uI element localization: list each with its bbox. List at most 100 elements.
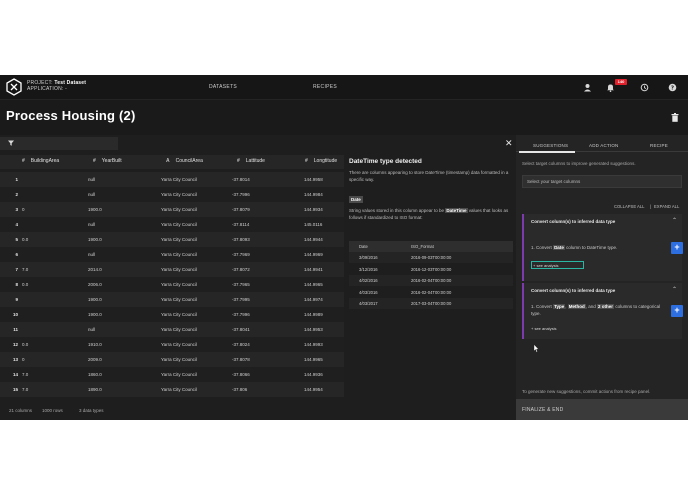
table-footer: 21 columns 1000 rows 3 data types bbox=[0, 400, 344, 420]
table-row[interactable]: 13 0 2009.0 Yarra City Council -37.8078 144.9… bbox=[0, 352, 344, 367]
lattitude-cell: -37.8093 bbox=[232, 237, 250, 242]
column-header[interactable]: # YearBuilt bbox=[93, 158, 122, 164]
year-built-cell: null bbox=[88, 222, 96, 227]
trash-icon[interactable] bbox=[671, 113, 679, 122]
date-cell: 3/09/2016 bbox=[359, 255, 378, 260]
iso-format-cell: 2016-09-03T00:00:00 bbox=[411, 255, 452, 260]
logo-icon[interactable] bbox=[5, 78, 23, 96]
building-area-cell: 0 bbox=[22, 357, 25, 362]
table-row[interactable]: 5 0.0 1900.0 Yarra City Council -37.8093 144.… bbox=[0, 232, 344, 247]
row-count: 1000 rows bbox=[42, 408, 63, 413]
council-area-cell: Yarra City Council bbox=[161, 312, 197, 317]
table-header: # BuildingArea # YearBuilt A CouncilArea # L… bbox=[0, 155, 344, 169]
building-area-cell: 7.0 bbox=[22, 372, 29, 377]
longtitude-cell: 144.9958 bbox=[304, 177, 323, 182]
column-header[interactable]: A CouncilArea bbox=[166, 158, 203, 164]
lattitude-cell: -37.7965 bbox=[232, 282, 250, 287]
lattitude-cell: -37.8078 bbox=[232, 357, 250, 362]
council-area-cell: Yarra City Council bbox=[161, 267, 197, 272]
chevron-up-icon[interactable]: ⌃ bbox=[672, 217, 677, 224]
table-row[interactable]: 10 1900.0 Yarra City Council -37.7996 144.99… bbox=[0, 307, 344, 322]
row-index: 15 bbox=[12, 387, 18, 392]
target-columns-select[interactable]: Select your target columns bbox=[522, 175, 682, 188]
bell-icon[interactable] bbox=[606, 83, 615, 92]
date-cell: 4/03/2016 bbox=[359, 289, 378, 295]
table-row[interactable]: 7 7.0 2014.0 Yarra City Council -37.8072 144.… bbox=[0, 262, 344, 277]
lattitude-cell: -37.8041 bbox=[232, 327, 250, 332]
tab-recipe[interactable]: RECIPE bbox=[650, 143, 668, 148]
longtitude-cell: 144.9989 bbox=[304, 312, 323, 317]
table-row[interactable]: 6 null Yarra City Council -37.7969 144.9969 bbox=[0, 247, 344, 262]
table-row[interactable]: 12 0.0 1910.0 Yarra City Council -37.8024 144… bbox=[0, 337, 344, 352]
longtitude-cell: 144.9944 bbox=[304, 237, 323, 242]
app-window: PROJECT: Test Dataset APPLICATION: - DAT… bbox=[0, 75, 688, 420]
longtitude-cell: 144.9953 bbox=[304, 327, 323, 332]
table-row[interactable]: 3 0 1900.0 Yarra City Council -37.8079 144.99… bbox=[0, 202, 344, 217]
nav-datasets[interactable]: DATASETS bbox=[209, 84, 237, 90]
finalize-button[interactable]: FINALIZE & END bbox=[516, 399, 688, 420]
see-analysis-link[interactable]: + see analysis bbox=[533, 263, 558, 268]
column-header[interactable]: # BuildingArea bbox=[22, 158, 59, 164]
year-built-cell: 2014.0 bbox=[88, 267, 102, 272]
year-built-cell: null bbox=[88, 192, 96, 197]
nav-recipes[interactable]: RECIPES bbox=[313, 84, 337, 90]
table-row[interactable]: 2 null Yarra City Council -37.7996 144.9984 bbox=[0, 187, 344, 202]
expand-all-button[interactable]: EXPAND ALL bbox=[654, 204, 679, 209]
card-body: 1. Convert Type, Method, and 2 other col… bbox=[531, 304, 661, 316]
table-row[interactable]: 4 null Yarra City Council -37.8114 145.0116 bbox=[0, 217, 344, 232]
tab-suggestions[interactable]: SUGGESTIONS bbox=[533, 143, 568, 148]
preview-table-header: Date ISO_Format bbox=[349, 241, 513, 252]
row-index: 14 bbox=[12, 372, 18, 377]
collapse-all-button[interactable]: COLLAPSE ALL bbox=[614, 204, 645, 209]
detail-description: There are columns appearing to store Dat… bbox=[349, 170, 509, 182]
add-suggestion-button[interactable]: + bbox=[671, 305, 683, 317]
table-row[interactable]: 15 7.0 1890.0 Yarra City Council -37.806 144.… bbox=[0, 382, 344, 397]
year-built-cell: 1890.0 bbox=[88, 387, 102, 392]
number-type-icon: # bbox=[93, 158, 96, 164]
history-icon[interactable] bbox=[640, 83, 649, 92]
filter-icon[interactable] bbox=[8, 140, 14, 146]
detail-note: String values stored in this column appe… bbox=[349, 208, 509, 220]
table-row[interactable]: 14 7.0 1860.0 Yarra City Council -37.8066 144… bbox=[0, 367, 344, 382]
table-row[interactable]: 8 0.0 2006.0 Yarra City Council -37.7965 144.… bbox=[0, 277, 344, 292]
panel-tabs: SUGGESTIONS ADD ACTION RECIPE bbox=[516, 137, 688, 153]
year-built-cell: 2009.0 bbox=[88, 357, 102, 362]
preview-row: 4/03/2016 2016-02-04T00:00:00 bbox=[349, 286, 513, 298]
building-area-cell: 0.0 bbox=[22, 342, 29, 347]
table-row[interactable]: 9 1900.0 Yarra City Council -37.7995 144.997… bbox=[0, 292, 344, 307]
year-built-cell: 1860.0 bbox=[88, 372, 102, 377]
suggestions-panel: SUGGESTIONS ADD ACTION RECIPE Select tar… bbox=[516, 135, 688, 420]
help-icon[interactable]: ? bbox=[668, 83, 677, 92]
see-analysis-link[interactable]: + see analysis bbox=[531, 326, 556, 331]
filter-bar[interactable] bbox=[0, 137, 118, 150]
council-area-cell: Yarra City Council bbox=[161, 342, 197, 347]
lattitude-cell: -37.8066 bbox=[232, 372, 250, 377]
table-row[interactable]: 11 null Yarra City Council -37.8041 144.9953 bbox=[0, 322, 344, 337]
council-area-cell: Yarra City Council bbox=[161, 297, 197, 302]
row-index: 13 bbox=[12, 357, 18, 362]
column-header[interactable]: # Longtitude bbox=[305, 158, 337, 164]
add-suggestion-button[interactable]: + bbox=[671, 242, 683, 254]
detail-title: DateTime type detected bbox=[349, 158, 422, 165]
user-icon[interactable] bbox=[583, 83, 592, 92]
number-type-icon: # bbox=[237, 158, 240, 164]
column-header[interactable]: # Lattitude bbox=[237, 158, 265, 164]
row-index: 11 bbox=[13, 327, 18, 332]
active-tab-indicator bbox=[519, 151, 575, 153]
iso-format-cell: 2016-02-04T00:00:00 bbox=[411, 289, 452, 295]
chevron-up-icon[interactable]: ⌃ bbox=[672, 286, 677, 293]
lattitude-cell: -37.7969 bbox=[232, 252, 250, 257]
select-placeholder: Select your target columns bbox=[527, 179, 581, 184]
table-row[interactable]: 1 null Yarra City Council -37.8014 144.9958 bbox=[0, 172, 344, 187]
council-area-cell: Yarra City Council bbox=[161, 237, 197, 242]
row-index: 1 bbox=[15, 177, 18, 182]
council-area-cell: Yarra City Council bbox=[161, 252, 197, 257]
tab-add-action[interactable]: ADD ACTION bbox=[589, 143, 619, 148]
year-built-cell: null bbox=[88, 177, 96, 182]
close-icon[interactable]: ✕ bbox=[505, 138, 513, 149]
council-area-cell: Yarra City Council bbox=[161, 192, 197, 197]
suggestion-card[interactable]: Convert column(s) to inferred data type … bbox=[522, 283, 683, 339]
top-bar: PROJECT: Test Dataset APPLICATION: - DAT… bbox=[0, 75, 688, 100]
suggestion-card[interactable]: Convert column(s) to inferred data type … bbox=[522, 214, 683, 281]
preview-row: 4/02/2016 2016-02-04T00:00:00 bbox=[349, 275, 513, 286]
